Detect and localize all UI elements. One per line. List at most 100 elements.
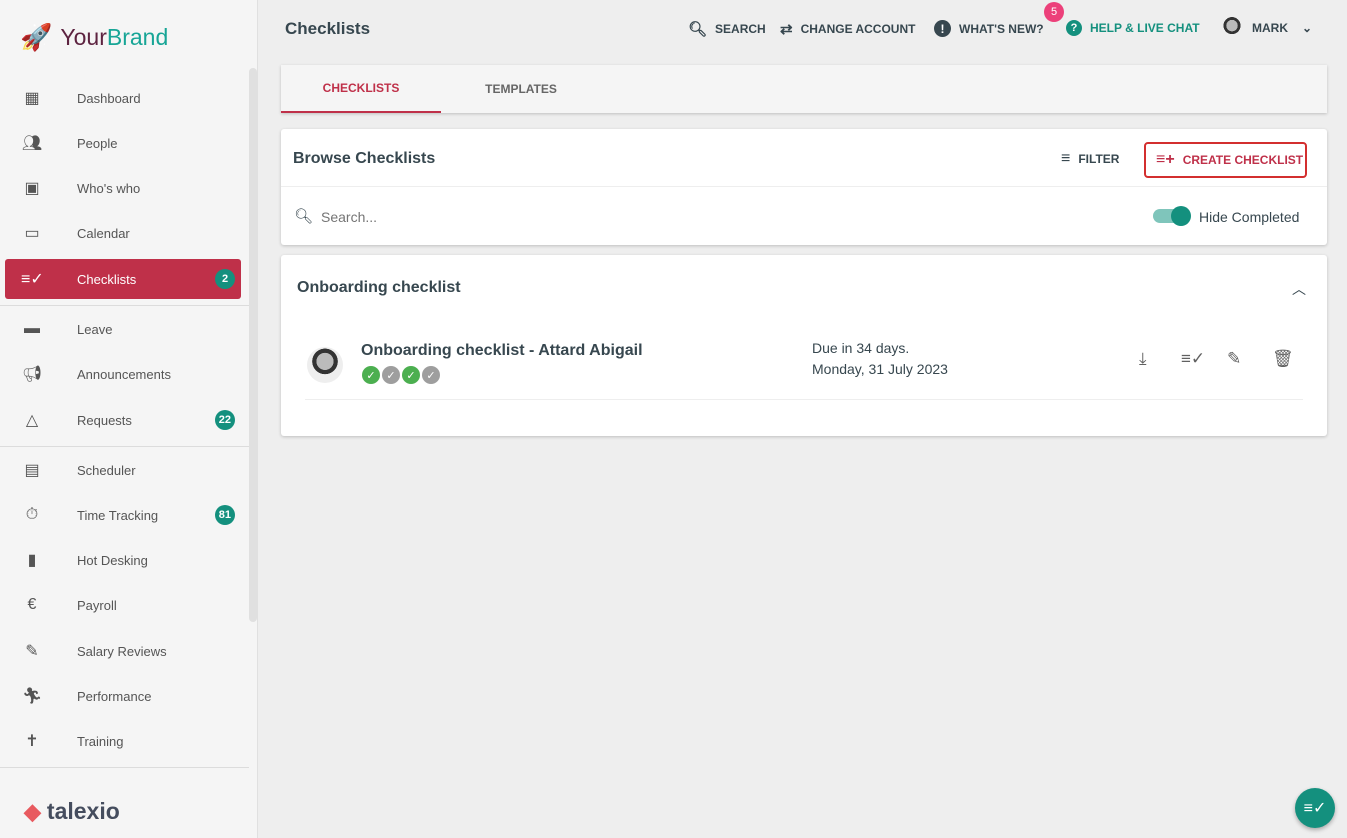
run-icon: 🏃︎ <box>21 688 43 705</box>
create-checklist-button[interactable]: ≡+ CREATE CHECKLIST <box>1144 142 1307 178</box>
hide-completed-label: Hide Completed <box>1199 209 1300 225</box>
layers-icon: ◆ <box>24 798 41 824</box>
sidebar-item-label: Salary Reviews <box>77 643 167 659</box>
brand-logo[interactable]: 🚀 Your Brand <box>20 22 168 53</box>
rocket-icon: 🚀 <box>20 22 53 52</box>
sidebar-item-requests[interactable]: △ Requests 22 <box>5 400 241 440</box>
rate-review-icon: ✎ <box>25 643 39 660</box>
sidebar-item-label: Payroll <box>77 597 117 613</box>
step-done-icon: ✓ <box>362 366 380 384</box>
sidebar-scrollbar[interactable] <box>249 68 257 622</box>
sidebar-item-label: Who's who <box>77 180 141 196</box>
list-item[interactable]: Onboarding checklist - Attard Abigail ✓ ✓… <box>305 325 1303 400</box>
checklist-icon: ≡✓ <box>21 271 44 288</box>
search-icon: 🔍︎ <box>688 21 708 38</box>
triangle-icon: △ <box>25 412 39 429</box>
sidebar-item-dashboard[interactable]: ▦ Dashboard <box>5 78 241 118</box>
due-text: Due in 34 days. <box>812 340 910 356</box>
sidebar-item-label: Requests <box>77 412 132 428</box>
euro-icon: € <box>27 596 37 613</box>
help-icon: ? <box>1066 20 1082 36</box>
checklist-fab-button[interactable]: ≡✓ <box>1295 788 1335 828</box>
sidebar-item-people[interactable]: 👥︎ People <box>5 123 241 163</box>
page-title: Checklists <box>285 19 371 38</box>
sidebar-item-label: Dashboard <box>77 90 141 106</box>
sidebar-item-label: Leave <box>77 321 113 337</box>
checklist-icon[interactable]: ≡✓ <box>1181 349 1205 369</box>
whats-new-count-badge: 5 <box>1044 2 1064 22</box>
due-date: Monday, 31 July 2023 <box>812 361 948 377</box>
sidebar-item-salary-reviews[interactable]: ✎ Salary Reviews <box>5 631 241 671</box>
talexio-logo: ◆ talexio <box>24 798 120 824</box>
sidebar-item-label: Scheduler <box>77 462 136 478</box>
sidebar-item-label: Time Tracking <box>77 507 159 523</box>
sidebar-item-hot-desking[interactable]: ▮ Hot Desking <box>5 540 241 580</box>
count-badge: 2 <box>215 269 235 289</box>
checklist-group-card: Onboarding checklist ︿ Onboarding checkl… <box>281 255 1327 436</box>
search-icon: 🔍︎ <box>294 208 314 225</box>
sidebar-item-label: Hot Desking <box>77 552 148 568</box>
avatar <box>307 347 343 383</box>
sidebar-item-label: Announcements <box>77 366 171 382</box>
calendar-icon: ▭ <box>24 225 40 242</box>
sidebar: 🚀 Your Brand ▦ Dashboard 👥︎ People ▣ Who's who… <box>0 0 258 838</box>
sidebar-item-label: Calendar <box>77 225 130 241</box>
sidebar-item-label: People <box>77 135 118 151</box>
user-menu[interactable]: MARK ⌄ <box>1220 16 1312 40</box>
tab-templates[interactable]: TEMPLATES <box>441 65 601 113</box>
sidebar-item-label: Performance <box>77 688 152 704</box>
accessibility-icon: ✝ <box>25 733 39 750</box>
step-pending-icon: ✓ <box>382 366 400 384</box>
tab-checklists[interactable]: CHECKLISTS <box>281 65 441 113</box>
whats-new-button[interactable]: ! WHAT'S NEW? <box>934 20 1044 37</box>
sidebar-item-scheduler[interactable]: ▤ Scheduler <box>5 450 241 490</box>
event-icon: ▤ <box>24 462 40 479</box>
announcement-icon: 📢︎ <box>21 366 43 383</box>
edit-icon[interactable]: ✎ <box>1227 349 1241 369</box>
checklist-name[interactable]: Onboarding checklist - Attard Abigail <box>361 342 643 360</box>
group-title: Onboarding checklist <box>297 279 461 296</box>
step-pending-icon: ✓ <box>422 366 440 384</box>
chevron-down-icon: ⌄ <box>1302 21 1313 35</box>
alert-badge-icon: ! <box>934 20 951 37</box>
step-done-icon: ✓ <box>402 366 420 384</box>
sidebar-item-payroll[interactable]: € Payroll <box>5 585 241 625</box>
contact-card-icon: ▣ <box>24 180 40 197</box>
sidebar-item-performance[interactable]: 🏃︎ Performance <box>5 676 241 716</box>
filter-button[interactable]: ≡ FILTER <box>1061 150 1119 168</box>
sidebar-item-label: Training <box>77 733 124 749</box>
help-live-chat-button[interactable]: ? HELP & LIVE CHAT <box>1066 20 1200 36</box>
door-icon: ▮ <box>27 552 37 569</box>
download-icon[interactable]: ⤓ <box>1139 349 1147 369</box>
sidebar-item-who-s-who[interactable]: ▣ Who's who <box>5 168 241 208</box>
divider <box>0 767 249 768</box>
count-badge: 81 <box>214 505 235 525</box>
avatar <box>1220 16 1244 40</box>
change-account-button[interactable]: ⇄ CHANGE ACCOUNT <box>780 20 915 38</box>
divider <box>0 446 249 447</box>
checklist-icon: ≡✓ <box>1303 800 1327 817</box>
sidebar-item-calendar[interactable]: ▭ Calendar <box>5 213 241 253</box>
hide-completed-toggle[interactable] <box>1153 206 1191 226</box>
step-status-list: ✓ ✓ ✓ ✓ <box>362 366 442 384</box>
divider <box>281 186 1327 187</box>
delete-icon[interactable]: 🗑︎ <box>1272 349 1294 369</box>
swap-icon: ⇄ <box>780 21 793 38</box>
search-input[interactable] <box>321 205 821 229</box>
chevron-up-icon[interactable]: ︿ <box>1292 279 1306 299</box>
sidebar-item-time-tracking[interactable]: ⏱︎ Time Tracking 81 <box>5 495 241 535</box>
top-bar: Checklists 🔍︎ SEARCH ⇄ CHANGE ACCOUNT ! WHA… <box>258 0 1347 56</box>
playlist-add-icon: ≡+ <box>1156 151 1175 168</box>
sidebar-item-leave[interactable]: ▬ Leave <box>5 309 241 349</box>
filter-icon: ≡ <box>1061 150 1071 167</box>
count-badge: 22 <box>214 410 235 430</box>
sidebar-item-training[interactable]: ✝ Training <box>5 721 241 761</box>
sidebar-item-announcements[interactable]: 📢︎ Announcements <box>5 354 241 394</box>
divider <box>0 305 249 306</box>
browse-title: Browse Checklists <box>293 150 436 167</box>
dashboard-icon: ▦ <box>24 90 40 107</box>
search-button[interactable]: 🔍︎ SEARCH <box>688 20 766 38</box>
sidebar-item-checklists[interactable]: ≡✓ Checklists 2 <box>5 259 241 299</box>
tab-bar: CHECKLISTS TEMPLATES <box>281 65 1327 113</box>
sidebar-item-label: Checklists <box>77 271 137 287</box>
